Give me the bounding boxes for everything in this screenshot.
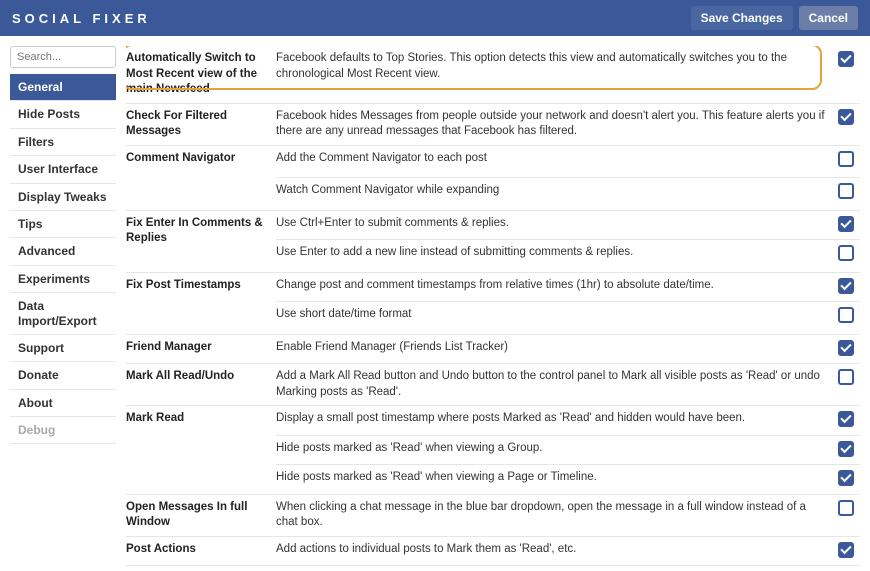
setting-description: Run Social Fixer on apps and games pages… xyxy=(276,566,834,571)
setting-description: Facebook defaults to Top Stories. This o… xyxy=(276,46,834,103)
setting-description: Add the Comment Navigator to each post xyxy=(276,145,834,178)
sidebar-item-data-import-export[interactable]: Data Import/Export xyxy=(10,293,116,335)
setting-label: Automatically Switch to Most Recent view… xyxy=(126,46,276,103)
setting-row: Fix Enter In Comments & RepliesUse Ctrl+… xyxy=(126,210,860,240)
setting-label: Mark All Read/Undo xyxy=(126,364,276,406)
setting-row: Fix Post TimestampsChange post and comme… xyxy=(126,272,860,302)
search-input[interactable] xyxy=(10,46,116,68)
sidebar-item-experiments[interactable]: Experiments xyxy=(10,266,116,293)
main: GeneralHide PostsFiltersUser InterfaceDi… xyxy=(0,36,870,571)
content: Automatically Switch to Most Recent view… xyxy=(126,46,860,571)
setting-label: Comment Navigator xyxy=(126,145,276,210)
setting-label: Run On Apps and Games Pages xyxy=(126,566,276,571)
checkbox[interactable] xyxy=(838,51,854,67)
setting-label: Mark Read xyxy=(126,406,276,495)
checkbox[interactable] xyxy=(838,470,854,486)
setting-description: Facebook hides Messages from people outs… xyxy=(276,103,834,145)
cancel-button[interactable]: Cancel xyxy=(799,6,858,30)
checkbox[interactable] xyxy=(838,109,854,125)
sidebar: GeneralHide PostsFiltersUser InterfaceDi… xyxy=(10,46,116,571)
sidebar-item-user-interface[interactable]: User Interface xyxy=(10,156,116,183)
sidebar-item-hide-posts[interactable]: Hide Posts xyxy=(10,101,116,128)
setting-description: Change post and comment timestamps from … xyxy=(276,272,834,302)
checkbox[interactable] xyxy=(838,340,854,356)
save-button[interactable]: Save Changes xyxy=(691,6,793,30)
setting-description: Hide posts marked as 'Read' when viewing… xyxy=(276,465,834,495)
checkbox[interactable] xyxy=(838,500,854,516)
setting-row: Automatically Switch to Most Recent view… xyxy=(126,46,860,103)
checkbox[interactable] xyxy=(838,441,854,457)
sidebar-item-donate[interactable]: Donate xyxy=(10,362,116,389)
setting-row: Mark ReadDisplay a small post timestamp … xyxy=(126,406,860,436)
setting-row: Friend ManagerEnable Friend Manager (Fri… xyxy=(126,334,860,364)
setting-description: Add a Mark All Read button and Undo butt… xyxy=(276,364,834,406)
checkbox[interactable] xyxy=(838,369,854,385)
setting-label: Post Actions xyxy=(126,536,276,566)
setting-description: Use Ctrl+Enter to submit comments & repl… xyxy=(276,210,834,240)
sidebar-item-filters[interactable]: Filters xyxy=(10,129,116,156)
sidebar-item-support[interactable]: Support xyxy=(10,335,116,362)
checkbox[interactable] xyxy=(838,151,854,167)
setting-label: Check For Filtered Messages xyxy=(126,103,276,145)
sidebar-item-display-tweaks[interactable]: Display Tweaks xyxy=(10,184,116,211)
checkbox[interactable] xyxy=(838,307,854,323)
sidebar-item-tips[interactable]: Tips xyxy=(10,211,116,238)
sidebar-nav: GeneralHide PostsFiltersUser InterfaceDi… xyxy=(10,74,116,444)
setting-description: Watch Comment Navigator while expanding xyxy=(276,178,834,211)
setting-label: Open Messages In full Window xyxy=(126,494,276,536)
setting-description: Use short date/time format xyxy=(276,302,834,335)
sidebar-item-general[interactable]: General xyxy=(10,74,116,101)
setting-row: Mark All Read/UndoAdd a Mark All Read bu… xyxy=(126,364,860,406)
checkbox[interactable] xyxy=(838,278,854,294)
setting-label: Friend Manager xyxy=(126,334,276,364)
checkbox[interactable] xyxy=(838,542,854,558)
sidebar-item-debug[interactable]: Debug xyxy=(10,417,116,444)
checkbox[interactable] xyxy=(838,183,854,199)
sidebar-item-about[interactable]: About xyxy=(10,390,116,417)
setting-description: Display a small post timestamp where pos… xyxy=(276,406,834,436)
setting-description: Add actions to individual posts to Mark … xyxy=(276,536,834,566)
sidebar-item-advanced[interactable]: Advanced xyxy=(10,238,116,265)
checkbox[interactable] xyxy=(838,411,854,427)
setting-description: Enable Friend Manager (Friends List Trac… xyxy=(276,334,834,364)
setting-row: Check For Filtered MessagesFacebook hide… xyxy=(126,103,860,145)
settings-table: Automatically Switch to Most Recent view… xyxy=(126,46,860,571)
setting-description: Use Enter to add a new line instead of s… xyxy=(276,240,834,273)
topbar-actions: Save Changes Cancel xyxy=(691,6,858,30)
setting-label: Fix Enter In Comments & Replies xyxy=(126,210,276,272)
checkbox[interactable] xyxy=(838,216,854,232)
setting-row: Post ActionsAdd actions to individual po… xyxy=(126,536,860,566)
setting-description: When clicking a chat message in the blue… xyxy=(276,494,834,536)
brand-title: SOCIAL FIXER xyxy=(12,11,151,26)
setting-description: Hide posts marked as 'Read' when viewing… xyxy=(276,435,834,465)
setting-row: Open Messages In full WindowWhen clickin… xyxy=(126,494,860,536)
setting-row: Run On Apps and Games PagesRun Social Fi… xyxy=(126,566,860,571)
topbar: SOCIAL FIXER Save Changes Cancel xyxy=(0,0,870,36)
setting-label: Fix Post Timestamps xyxy=(126,272,276,334)
checkbox[interactable] xyxy=(838,245,854,261)
setting-row: Comment NavigatorAdd the Comment Navigat… xyxy=(126,145,860,178)
